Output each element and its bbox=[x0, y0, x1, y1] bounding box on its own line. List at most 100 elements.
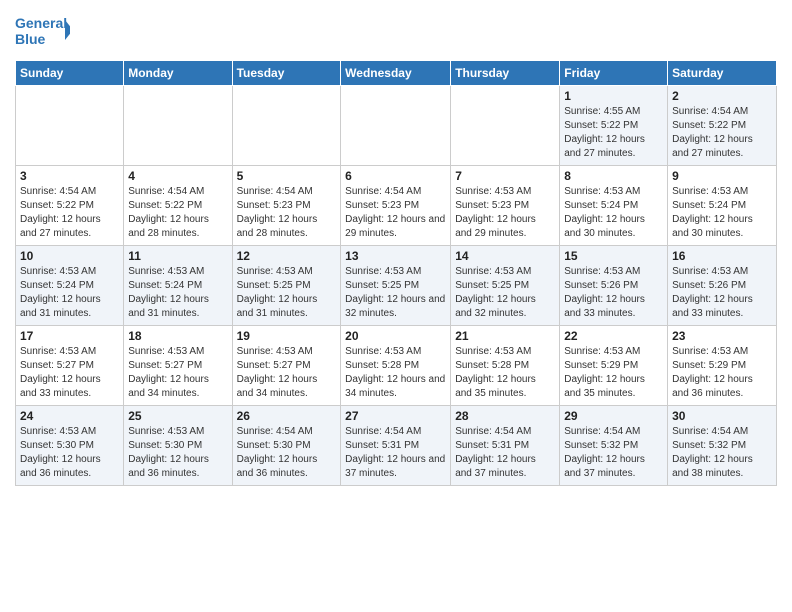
calendar-day-cell: 12 Sunrise: 4:53 AMSunset: 5:25 PMDayligh… bbox=[232, 246, 341, 326]
header: General Blue bbox=[15, 10, 777, 50]
day-number: 19 bbox=[237, 329, 337, 343]
day-info: Sunrise: 4:53 AMSunset: 5:25 PMDaylight:… bbox=[237, 265, 337, 321]
day-info: Sunrise: 4:53 AMSunset: 5:28 PMDaylight:… bbox=[345, 345, 446, 401]
day-info: Sunrise: 4:53 AMSunset: 5:24 PMDaylight:… bbox=[672, 185, 772, 241]
calendar-day-cell: 19Sunrise: 4:53 AMSunset: 5:27 PMDayligh… bbox=[232, 326, 341, 406]
calendar-day-cell bbox=[451, 86, 560, 166]
svg-text:General: General bbox=[15, 15, 67, 31]
calendar-week-row: 1 Sunrise: 4:55 AMSunset: 5:22 PMDaylight… bbox=[16, 86, 777, 166]
day-number: 21 bbox=[455, 329, 555, 343]
day-of-week-header: Wednesday bbox=[341, 61, 451, 86]
day-info: Sunrise: 4:53 AMSunset: 5:27 PMDaylight:… bbox=[128, 345, 227, 401]
calendar-day-cell: 13Sunrise: 4:53 AMSunset: 5:25 PMDayligh… bbox=[341, 246, 451, 326]
calendar-day-cell: 8 Sunrise: 4:53 AMSunset: 5:24 PMDaylight… bbox=[560, 166, 668, 246]
day-number: 5 bbox=[237, 169, 337, 183]
day-number: 1 bbox=[564, 89, 663, 103]
calendar-day-cell: 22 Sunrise: 4:53 AMSunset: 5:29 PMDayligh… bbox=[560, 326, 668, 406]
calendar-day-cell: 16 Sunrise: 4:53 AMSunset: 5:26 PMDayligh… bbox=[668, 246, 777, 326]
day-number: 4 bbox=[128, 169, 227, 183]
day-number: 2 bbox=[672, 89, 772, 103]
page: General Blue SundayMondayTuesdayWednesda… bbox=[0, 0, 792, 496]
calendar-day-cell: 21 Sunrise: 4:53 AMSunset: 5:28 PMDayligh… bbox=[451, 326, 560, 406]
day-number: 30 bbox=[672, 409, 772, 423]
day-info: Sunrise: 4:53 AMSunset: 5:29 PMDaylight:… bbox=[564, 345, 663, 401]
calendar-day-cell: 15 Sunrise: 4:53 AMSunset: 5:26 PMDayligh… bbox=[560, 246, 668, 326]
calendar-day-cell: 7Sunrise: 4:53 AMSunset: 5:23 PMDaylight… bbox=[451, 166, 560, 246]
calendar-day-cell: 4Sunrise: 4:54 AMSunset: 5:22 PMDaylight… bbox=[124, 166, 232, 246]
day-info: Sunrise: 4:53 AMSunset: 5:26 PMDaylight:… bbox=[672, 265, 772, 321]
calendar-day-cell: 10 Sunrise: 4:53 AMSunset: 5:24 PMDayligh… bbox=[16, 246, 124, 326]
day-number: 17 bbox=[20, 329, 119, 343]
calendar-week-row: 24 Sunrise: 4:53 AMSunset: 5:30 PMDayligh… bbox=[16, 406, 777, 486]
calendar-day-cell: 25 Sunrise: 4:53 AMSunset: 5:30 PMDayligh… bbox=[124, 406, 232, 486]
calendar-day-cell: 20 Sunrise: 4:53 AMSunset: 5:28 PMDayligh… bbox=[341, 326, 451, 406]
calendar-week-row: 10 Sunrise: 4:53 AMSunset: 5:24 PMDayligh… bbox=[16, 246, 777, 326]
svg-text:Blue: Blue bbox=[15, 31, 46, 47]
logo: General Blue bbox=[15, 10, 70, 50]
day-of-week-header: Saturday bbox=[668, 61, 777, 86]
day-of-week-header: Tuesday bbox=[232, 61, 341, 86]
day-number: 7 bbox=[455, 169, 555, 183]
day-number: 20 bbox=[345, 329, 446, 343]
calendar-day-cell: 9 Sunrise: 4:53 AMSunset: 5:24 PMDaylight… bbox=[668, 166, 777, 246]
day-number: 24 bbox=[20, 409, 119, 423]
calendar-day-cell: 6 Sunrise: 4:54 AMSunset: 5:23 PMDaylight… bbox=[341, 166, 451, 246]
calendar-day-cell: 5Sunrise: 4:54 AMSunset: 5:23 PMDaylight… bbox=[232, 166, 341, 246]
day-info: Sunrise: 4:53 AMSunset: 5:30 PMDaylight:… bbox=[128, 425, 227, 481]
day-of-week-header: Friday bbox=[560, 61, 668, 86]
day-number: 16 bbox=[672, 249, 772, 263]
calendar-day-cell: 18 Sunrise: 4:53 AMSunset: 5:27 PMDayligh… bbox=[124, 326, 232, 406]
day-info: Sunrise: 4:53 AMSunset: 5:25 PMDaylight:… bbox=[455, 265, 555, 321]
day-info: Sunrise: 4:55 AMSunset: 5:22 PMDaylight:… bbox=[564, 105, 663, 161]
day-info: Sunrise: 4:54 AMSunset: 5:32 PMDaylight:… bbox=[672, 425, 772, 481]
day-number: 18 bbox=[128, 329, 227, 343]
day-number: 11 bbox=[128, 249, 227, 263]
day-of-week-header: Monday bbox=[124, 61, 232, 86]
day-number: 6 bbox=[345, 169, 446, 183]
day-number: 10 bbox=[20, 249, 119, 263]
calendar-day-cell bbox=[341, 86, 451, 166]
day-of-week-header: Thursday bbox=[451, 61, 560, 86]
logo-svg: General Blue bbox=[15, 10, 70, 50]
calendar-day-cell: 30 Sunrise: 4:54 AMSunset: 5:32 PMDayligh… bbox=[668, 406, 777, 486]
day-number: 22 bbox=[564, 329, 663, 343]
calendar-day-cell: 24Sunrise: 4:53 AMSunset: 5:30 PMDayligh… bbox=[16, 406, 124, 486]
day-of-week-header: Sunday bbox=[16, 61, 124, 86]
calendar-day-cell: 17Sunrise: 4:53 AMSunset: 5:27 PMDayligh… bbox=[16, 326, 124, 406]
day-number: 12 bbox=[237, 249, 337, 263]
calendar-day-cell bbox=[232, 86, 341, 166]
calendar-day-cell: 29 Sunrise: 4:54 AMSunset: 5:32 PMDayligh… bbox=[560, 406, 668, 486]
day-number: 9 bbox=[672, 169, 772, 183]
day-number: 25 bbox=[128, 409, 227, 423]
day-info: Sunrise: 4:53 AMSunset: 5:24 PMDaylight:… bbox=[564, 185, 663, 241]
calendar-day-cell: 28 Sunrise: 4:54 AMSunset: 5:31 PMDayligh… bbox=[451, 406, 560, 486]
day-number: 23 bbox=[672, 329, 772, 343]
day-info: Sunrise: 4:53 AMSunset: 5:28 PMDaylight:… bbox=[455, 345, 555, 401]
day-number: 14 bbox=[455, 249, 555, 263]
day-info: Sunrise: 4:54 AMSunset: 5:23 PMDaylight:… bbox=[345, 185, 446, 241]
calendar-day-cell: 14 Sunrise: 4:53 AMSunset: 5:25 PMDayligh… bbox=[451, 246, 560, 326]
calendar-header-row: SundayMondayTuesdayWednesdayThursdayFrid… bbox=[16, 61, 777, 86]
calendar-table: SundayMondayTuesdayWednesdayThursdayFrid… bbox=[15, 60, 777, 486]
calendar-week-row: 17 Sunrise: 4:53 AMSunset: 5:27 PMDayligh… bbox=[16, 326, 777, 406]
calendar-day-cell: 11Sunrise: 4:53 AMSunset: 5:24 PMDayligh… bbox=[124, 246, 232, 326]
day-info: Sunrise: 4:54 AMSunset: 5:32 PMDaylight:… bbox=[564, 425, 663, 481]
day-number: 27 bbox=[345, 409, 446, 423]
calendar-day-cell: 27Sunrise: 4:54 AMSunset: 5:31 PMDayligh… bbox=[341, 406, 451, 486]
day-number: 15 bbox=[564, 249, 663, 263]
day-number: 29 bbox=[564, 409, 663, 423]
calendar-day-cell: 23Sunrise: 4:53 AMSunset: 5:29 PMDayligh… bbox=[668, 326, 777, 406]
day-number: 28 bbox=[455, 409, 555, 423]
day-info: Sunrise: 4:54 AMSunset: 5:31 PMDaylight:… bbox=[455, 425, 555, 481]
calendar-day-cell: 3Sunrise: 4:54 AMSunset: 5:22 PMDaylight… bbox=[16, 166, 124, 246]
day-number: 13 bbox=[345, 249, 446, 263]
calendar-day-cell bbox=[124, 86, 232, 166]
day-info: Sunrise: 4:54 AMSunset: 5:22 PMDaylight:… bbox=[672, 105, 772, 161]
day-info: Sunrise: 4:53 AMSunset: 5:24 PMDaylight:… bbox=[20, 265, 119, 321]
calendar-day-cell: 1 Sunrise: 4:55 AMSunset: 5:22 PMDaylight… bbox=[560, 86, 668, 166]
day-info: Sunrise: 4:53 AMSunset: 5:26 PMDaylight:… bbox=[564, 265, 663, 321]
day-number: 3 bbox=[20, 169, 119, 183]
day-info: Sunrise: 4:54 AMSunset: 5:30 PMDaylight:… bbox=[237, 425, 337, 481]
calendar-week-row: 3Sunrise: 4:54 AMSunset: 5:22 PMDaylight… bbox=[16, 166, 777, 246]
day-number: 8 bbox=[564, 169, 663, 183]
